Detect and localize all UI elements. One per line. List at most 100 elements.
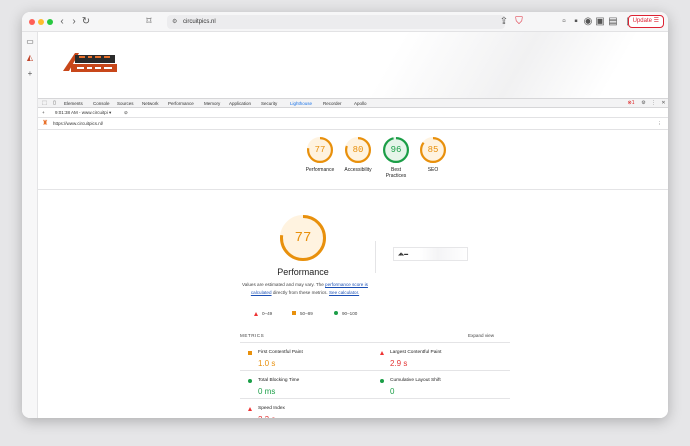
metric-name: Total Blocking Time [258,378,300,383]
score-label-line: Practices [385,173,407,179]
close-devtools-icon[interactable]: ✕ [660,100,667,107]
fail-rating-icon [380,351,384,355]
lighthouse-icon: ♜ [42,120,49,127]
legend-pass-label: 90–100 [342,311,358,316]
score-value: 80 [352,145,364,155]
fail-triangle-icon [254,312,258,316]
close-window-button[interactable] [29,19,35,25]
device-toolbar-icon[interactable]: ▯ [51,100,58,107]
pass-rating-icon [248,379,252,383]
legend-fail-label: 0–49 [262,311,273,316]
score-value: 96 [390,145,402,155]
lighthouse-toolbar: + 9:01:38 AM - www.circuitpi ▾ ⊘ [38,108,668,118]
performance-title: Performance [277,267,329,277]
tab-memory[interactable]: Memory [204,99,220,108]
devtools-tab-bar: ⬚ ▯ Elements Console Sources Network Per… [38,98,668,109]
divider [240,342,510,343]
tab-application[interactable]: Application [229,99,251,108]
performance-note: Values are estimated and may vary. The p… [234,281,376,297]
score-value: 85 [427,145,439,155]
report-time: 9:01:38 AM - www.circuitpi [55,110,108,115]
score-gauge-accessibility[interactable]: 80 Accessibility [344,137,372,173]
legend-average: 50–89 [292,311,313,317]
tab-security[interactable]: Security [261,99,277,108]
add-icon[interactable]: + [25,69,35,79]
score-gauge-best-practices[interactable]: 96 Best Practices [383,137,409,179]
expand-view-button[interactable]: Expand view [468,333,494,338]
metric-name: Speed Index [258,406,285,411]
metric-value: 2.3 s [258,415,275,418]
web-page [38,32,668,98]
brave-shield-icon[interactable]: ⛉ [512,15,526,29]
report-url[interactable]: https://www.circuitpics.nl/ [53,118,103,130]
fail-rating-icon [248,407,252,411]
maximize-window-button[interactable] [47,19,53,25]
metric-value: 0 [390,387,395,396]
lighthouse-report: 77 Performance 80 Accessibility 96 Best Practi… [38,130,668,418]
report-selector[interactable]: 9:01:38 AM - www.circuitpi ▾ [55,108,111,118]
clear-reports-icon[interactable]: ⊘ [124,108,128,118]
browser-window: ‹ › ↻ ⌑ ⚙ circuitpics.nl ⇪ ⛉ ▫ ▪ ◉ ▣ ▤ ▯… [22,12,668,418]
site-settings-icon[interactable]: ⚙ [172,15,177,29]
circuitpics-logo[interactable] [61,51,119,75]
share-icon[interactable]: ⇪ [497,15,511,29]
divider [38,189,668,190]
report-menu-icon[interactable]: ⋮ [658,118,663,130]
legend-average-label: 50–89 [300,311,313,316]
tab-performance[interactable]: Performance [168,99,194,108]
inspect-element-icon[interactable]: ⬚ [41,100,48,107]
score-gauge-performance[interactable]: 77 Performance [306,137,334,173]
error-count: 1 [631,100,635,106]
settings-gear-icon[interactable]: ⚙ [640,100,647,107]
error-count-badge[interactable]: ⊗1 [625,100,637,107]
sidebar-panel-icon[interactable]: ▭ [25,37,35,47]
performance-gauge[interactable]: 77 [280,215,326,261]
address-bar[interactable]: ⚙ circuitpics.nl [167,15,505,29]
browser-toolbar: ‹ › ↻ ⌑ ⚙ circuitpics.nl ⇪ ⛉ ▫ ▪ ◉ ▣ ▤ ▯… [22,12,668,32]
final-screenshot[interactable]: ◢◣▬ [393,247,468,261]
pass-circle-icon [334,311,338,315]
reload-icon[interactable]: ↻ [79,15,93,29]
average-square-icon [292,311,296,315]
bookmark-icon[interactable]: ⌑ [142,15,156,29]
pinned-site-icon[interactable]: ◭ [25,53,35,63]
tab-elements[interactable]: Elements [64,99,83,108]
calculator-link[interactable]: See calculator. [329,290,359,295]
divider [375,241,376,273]
metric-name: Largest Contentful Paint [390,350,442,355]
metric-value: 0 ms [258,387,276,396]
metric-name: Cumulative Layout Shift [390,378,441,383]
update-button[interactable]: Update ☰ [627,15,664,28]
tab-recorder[interactable]: Recorder [323,99,342,108]
divider [240,370,510,371]
performance-score: 77 [294,230,312,246]
more-options-icon[interactable]: ⋮ [650,100,657,107]
address-bar-text: circuitpics.nl [183,19,216,25]
tab-apollo[interactable]: Apollo [354,99,367,108]
extension-icon[interactable]: ▣ [593,15,607,29]
new-report-icon[interactable]: + [42,108,45,118]
note-text: directly from these metrics. [271,290,329,295]
score-label: SEO [427,167,439,173]
metric-name: First Contentful Paint [258,350,303,355]
metric-value: 2.9 s [390,359,408,368]
minimize-window-button[interactable] [38,19,44,25]
metric-value: 1.0 s [258,359,276,368]
score-value: 77 [314,145,326,155]
legend-pass: 90–100 [334,311,357,317]
legend-fail: 0–49 [254,311,272,317]
report-url-bar: ♜ https://www.circuitpics.nl/ ⋮ [38,118,668,130]
left-sidebar: ▭ ◭ + [22,32,38,418]
update-label: Update [632,18,652,24]
metrics-header: METRICS [240,333,265,338]
divider [240,398,510,399]
pass-rating-icon [380,379,384,383]
tab-sources[interactable]: Sources [117,99,134,108]
screenshot-text: ◢◣▬ [398,251,409,256]
tab-console[interactable]: Console [93,99,110,108]
extension-icon[interactable]: ▤ [606,15,620,29]
tab-network[interactable]: Network [142,99,159,108]
score-gauge-seo[interactable]: 85 SEO [420,137,446,173]
average-rating-icon [248,351,252,355]
note-text: Values are estimated and may vary. The [242,282,326,287]
